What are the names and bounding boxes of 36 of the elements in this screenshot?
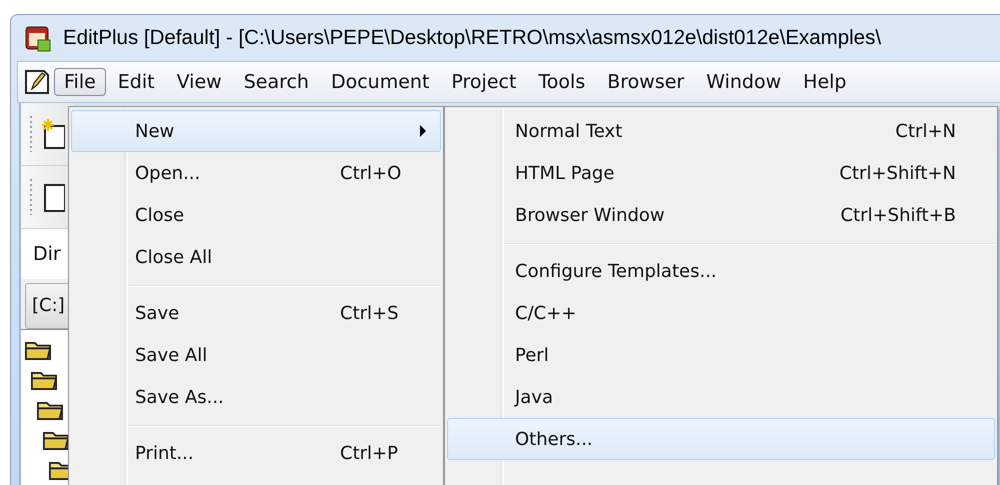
menu-item[interactable]: Browser Window Ctrl+Shift+B [447, 194, 995, 236]
menu-item[interactable]: Close [71, 194, 441, 236]
menu-item[interactable]: Window [696, 68, 792, 96]
folder-icon [25, 342, 51, 360]
menu-item[interactable]: Perl [447, 334, 995, 376]
pencil-document-icon [24, 69, 50, 95]
folder-icon [43, 432, 69, 450]
grip-icon [29, 114, 33, 154]
menu-item[interactable]: Normal Text Ctrl+N [447, 110, 995, 152]
folder-icon [37, 402, 63, 420]
menu-item[interactable]: New [71, 110, 441, 152]
menu-item[interactable]: Print... Ctrl+P [71, 432, 441, 474]
menu-item[interactable]: Save As... [71, 376, 441, 418]
folder-icon [31, 372, 57, 390]
grip-icon [29, 177, 33, 217]
document-icon [41, 181, 65, 213]
menu-item[interactable]: Save Ctrl+S [71, 292, 441, 334]
menu-item[interactable]: Open... Ctrl+O [71, 152, 441, 194]
menu-item[interactable]: Close All [71, 236, 441, 278]
menu-item[interactable]: File [54, 68, 106, 96]
menu-item[interactable]: Save All [71, 334, 441, 376]
menu-item[interactable]: Project [441, 68, 526, 96]
menu-item[interactable]: C/C++ [447, 292, 995, 334]
window-title: EditPlus [Default] - [C:\Users\PEPE\Desktop\RETRO\msx\asmsx012e\dist012e\Examples\ [63, 26, 882, 50]
menu-item[interactable]: Browser [597, 68, 694, 96]
menu-item[interactable]: Help [793, 68, 856, 96]
new-file-icon [41, 118, 65, 150]
menu-item[interactable]: HTML Page Ctrl+Shift+N [447, 152, 995, 194]
menu-item[interactable]: Configure Templates... [447, 250, 995, 292]
menu-item[interactable]: Edit [108, 68, 165, 96]
menu-item[interactable]: Search [234, 68, 319, 96]
menu-item[interactable]: Java [447, 376, 995, 418]
menu-item[interactable]: Tools [528, 68, 596, 96]
menu-item[interactable]: Document [320, 68, 440, 96]
menu-item[interactable]: Others... [447, 418, 995, 460]
menu-item[interactable]: View [166, 68, 232, 96]
